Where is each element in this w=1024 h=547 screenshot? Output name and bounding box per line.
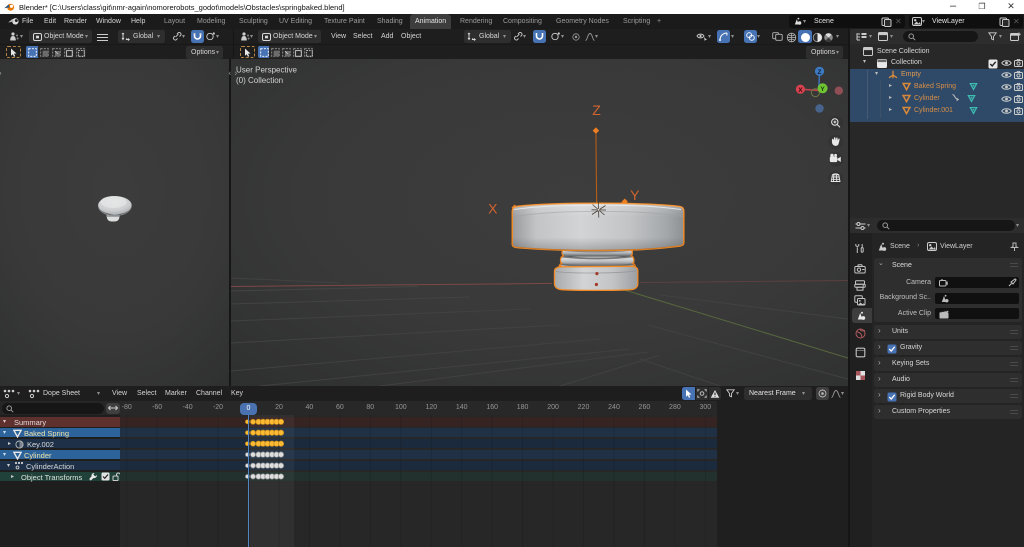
- svg-text:‹: ‹: [229, 69, 232, 78]
- svg-text:Y: Y: [820, 86, 825, 93]
- svg-text:›: ›: [235, 69, 238, 78]
- svg-text:›: ›: [0, 69, 2, 78]
- svg-text:Z: Z: [592, 102, 601, 118]
- svg-text:Y: Y: [630, 187, 640, 203]
- svg-text:User Perspective: User Perspective: [236, 66, 297, 75]
- svg-text:X: X: [488, 201, 498, 217]
- svg-text:X: X: [798, 87, 803, 94]
- svg-text:(0) Collection: (0) Collection: [236, 76, 283, 85]
- svg-text:Z: Z: [818, 69, 822, 76]
